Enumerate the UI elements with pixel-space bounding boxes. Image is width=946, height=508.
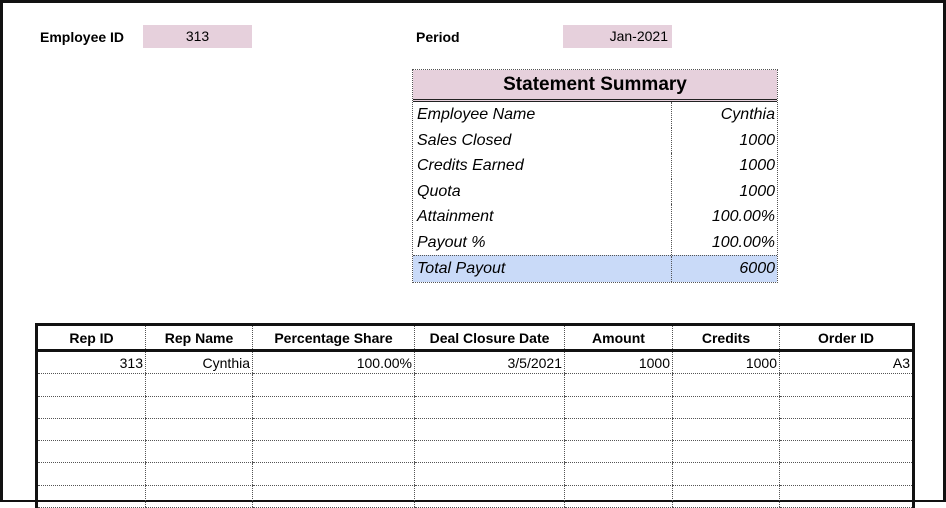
cell-amount[interactable] xyxy=(564,462,673,486)
summary-value[interactable]: 6000 xyxy=(672,256,777,282)
summary-value[interactable]: 100.00% xyxy=(672,230,777,256)
column-header-deal-closure-date[interactable]: Deal Closure Date xyxy=(414,324,565,352)
cell-percentage-share[interactable]: 100.00% xyxy=(252,350,415,375)
summary-label: Attainment xyxy=(413,204,672,230)
cell-percentage-share[interactable] xyxy=(252,440,415,464)
cell-credits[interactable] xyxy=(672,440,780,464)
cell-rep-name[interactable] xyxy=(145,396,253,419)
period-field[interactable]: Jan-2021 xyxy=(563,25,672,48)
summary-label: Credits Earned xyxy=(413,153,672,179)
summary-value[interactable]: Cynthia xyxy=(672,102,777,128)
summary-row-quota: Quota 1000 xyxy=(413,178,777,205)
summary-value[interactable]: 1000 xyxy=(672,179,777,205)
table-row xyxy=(36,440,914,464)
cell-order-id[interactable] xyxy=(779,440,914,464)
cell-rep-id[interactable]: 313 xyxy=(36,350,146,375)
summary-row-credits-earned: Credits Earned 1000 xyxy=(413,153,777,179)
cell-deal-closure-date[interactable] xyxy=(414,440,565,464)
column-header-order-id[interactable]: Order ID xyxy=(779,324,914,352)
column-header-percentage-share[interactable]: Percentage Share xyxy=(252,324,415,352)
summary-value[interactable]: 1000 xyxy=(672,128,777,154)
cell-amount[interactable] xyxy=(564,396,673,419)
cell-rep-name[interactable] xyxy=(145,373,253,397)
cell-rep-name[interactable] xyxy=(145,440,253,464)
table-row xyxy=(36,462,914,486)
cell-deal-closure-date[interactable] xyxy=(414,373,565,397)
cell-order-id[interactable] xyxy=(779,396,914,419)
cell-percentage-share[interactable] xyxy=(252,373,415,397)
employee-id-field[interactable]: 313 xyxy=(143,25,252,48)
cell-amount[interactable] xyxy=(564,373,673,397)
cell-credits[interactable] xyxy=(672,396,780,419)
summary-label: Employee Name xyxy=(413,102,672,128)
table-row xyxy=(36,418,914,442)
summary-label: Sales Closed xyxy=(413,127,672,153)
summary-label: Total Payout xyxy=(413,256,672,282)
cell-rep-id[interactable] xyxy=(36,462,146,486)
cell-order-id[interactable] xyxy=(779,418,914,442)
table-body: 313 Cynthia 100.00% 3/5/2021 1000 1000 A3 xyxy=(36,350,914,508)
cell-credits[interactable] xyxy=(672,485,780,508)
summary-row-payout-percent: Payout % 100.00% xyxy=(413,229,777,256)
statement-summary: Statement Summary Employee Name Cynthia … xyxy=(412,69,778,283)
table-row xyxy=(36,485,914,508)
summary-label: Payout % xyxy=(413,229,672,255)
cell-percentage-share[interactable] xyxy=(252,485,415,508)
cell-rep-name[interactable] xyxy=(145,418,253,442)
cell-rep-name[interactable] xyxy=(145,462,253,486)
cell-percentage-share[interactable] xyxy=(252,396,415,419)
cell-deal-closure-date[interactable]: 3/5/2021 xyxy=(414,350,565,375)
cell-order-id[interactable] xyxy=(779,373,914,397)
column-header-amount[interactable]: Amount xyxy=(564,324,673,352)
cell-rep-name[interactable] xyxy=(145,485,253,508)
cell-amount[interactable] xyxy=(564,418,673,442)
cell-percentage-share[interactable] xyxy=(252,462,415,486)
cell-percentage-share[interactable] xyxy=(252,418,415,442)
cell-order-id[interactable]: A3 xyxy=(779,350,914,375)
summary-row-total-payout: Total Payout 6000 xyxy=(413,255,777,282)
column-header-credits[interactable]: Credits xyxy=(672,324,780,352)
cell-order-id[interactable] xyxy=(779,485,914,508)
period-label: Period xyxy=(416,29,460,45)
column-header-rep-name[interactable]: Rep Name xyxy=(145,324,253,352)
summary-title: Statement Summary xyxy=(413,70,777,102)
summary-value[interactable]: 100.00% xyxy=(672,204,777,230)
cell-amount[interactable]: 1000 xyxy=(564,350,673,375)
cell-deal-closure-date[interactable] xyxy=(414,485,565,508)
cell-deal-closure-date[interactable] xyxy=(414,396,565,419)
cell-deal-closure-date[interactable] xyxy=(414,418,565,442)
employee-id-label: Employee ID xyxy=(40,29,125,45)
cell-credits[interactable] xyxy=(672,373,780,397)
table-row xyxy=(36,396,914,419)
table-row xyxy=(36,373,914,397)
cell-rep-id[interactable] xyxy=(36,373,146,397)
cell-credits[interactable] xyxy=(672,418,780,442)
cell-rep-name[interactable]: Cynthia xyxy=(145,350,253,375)
cell-credits[interactable] xyxy=(672,462,780,486)
summary-value[interactable]: 1000 xyxy=(672,153,777,179)
summary-row-employee-name: Employee Name Cynthia xyxy=(413,102,777,128)
table-row: 313 Cynthia 100.00% 3/5/2021 1000 1000 A3 xyxy=(36,350,914,375)
cell-order-id[interactable] xyxy=(779,462,914,486)
cell-amount[interactable] xyxy=(564,485,673,508)
column-header-rep-id[interactable]: Rep ID xyxy=(36,324,146,352)
cell-rep-id[interactable] xyxy=(36,396,146,419)
cell-deal-closure-date[interactable] xyxy=(414,462,565,486)
summary-row-sales-closed: Sales Closed 1000 xyxy=(413,127,777,154)
cell-amount[interactable] xyxy=(564,440,673,464)
summary-label: Quota xyxy=(413,178,672,204)
rep-deals-table: Rep ID Rep Name Percentage Share Deal Cl… xyxy=(35,323,915,508)
cell-credits[interactable]: 1000 xyxy=(672,350,780,375)
table-header-row: Rep ID Rep Name Percentage Share Deal Cl… xyxy=(36,324,914,352)
cell-rep-id[interactable] xyxy=(36,485,146,508)
summary-row-attainment: Attainment 100.00% xyxy=(413,204,777,230)
cell-rep-id[interactable] xyxy=(36,418,146,442)
cell-rep-id[interactable] xyxy=(36,440,146,464)
